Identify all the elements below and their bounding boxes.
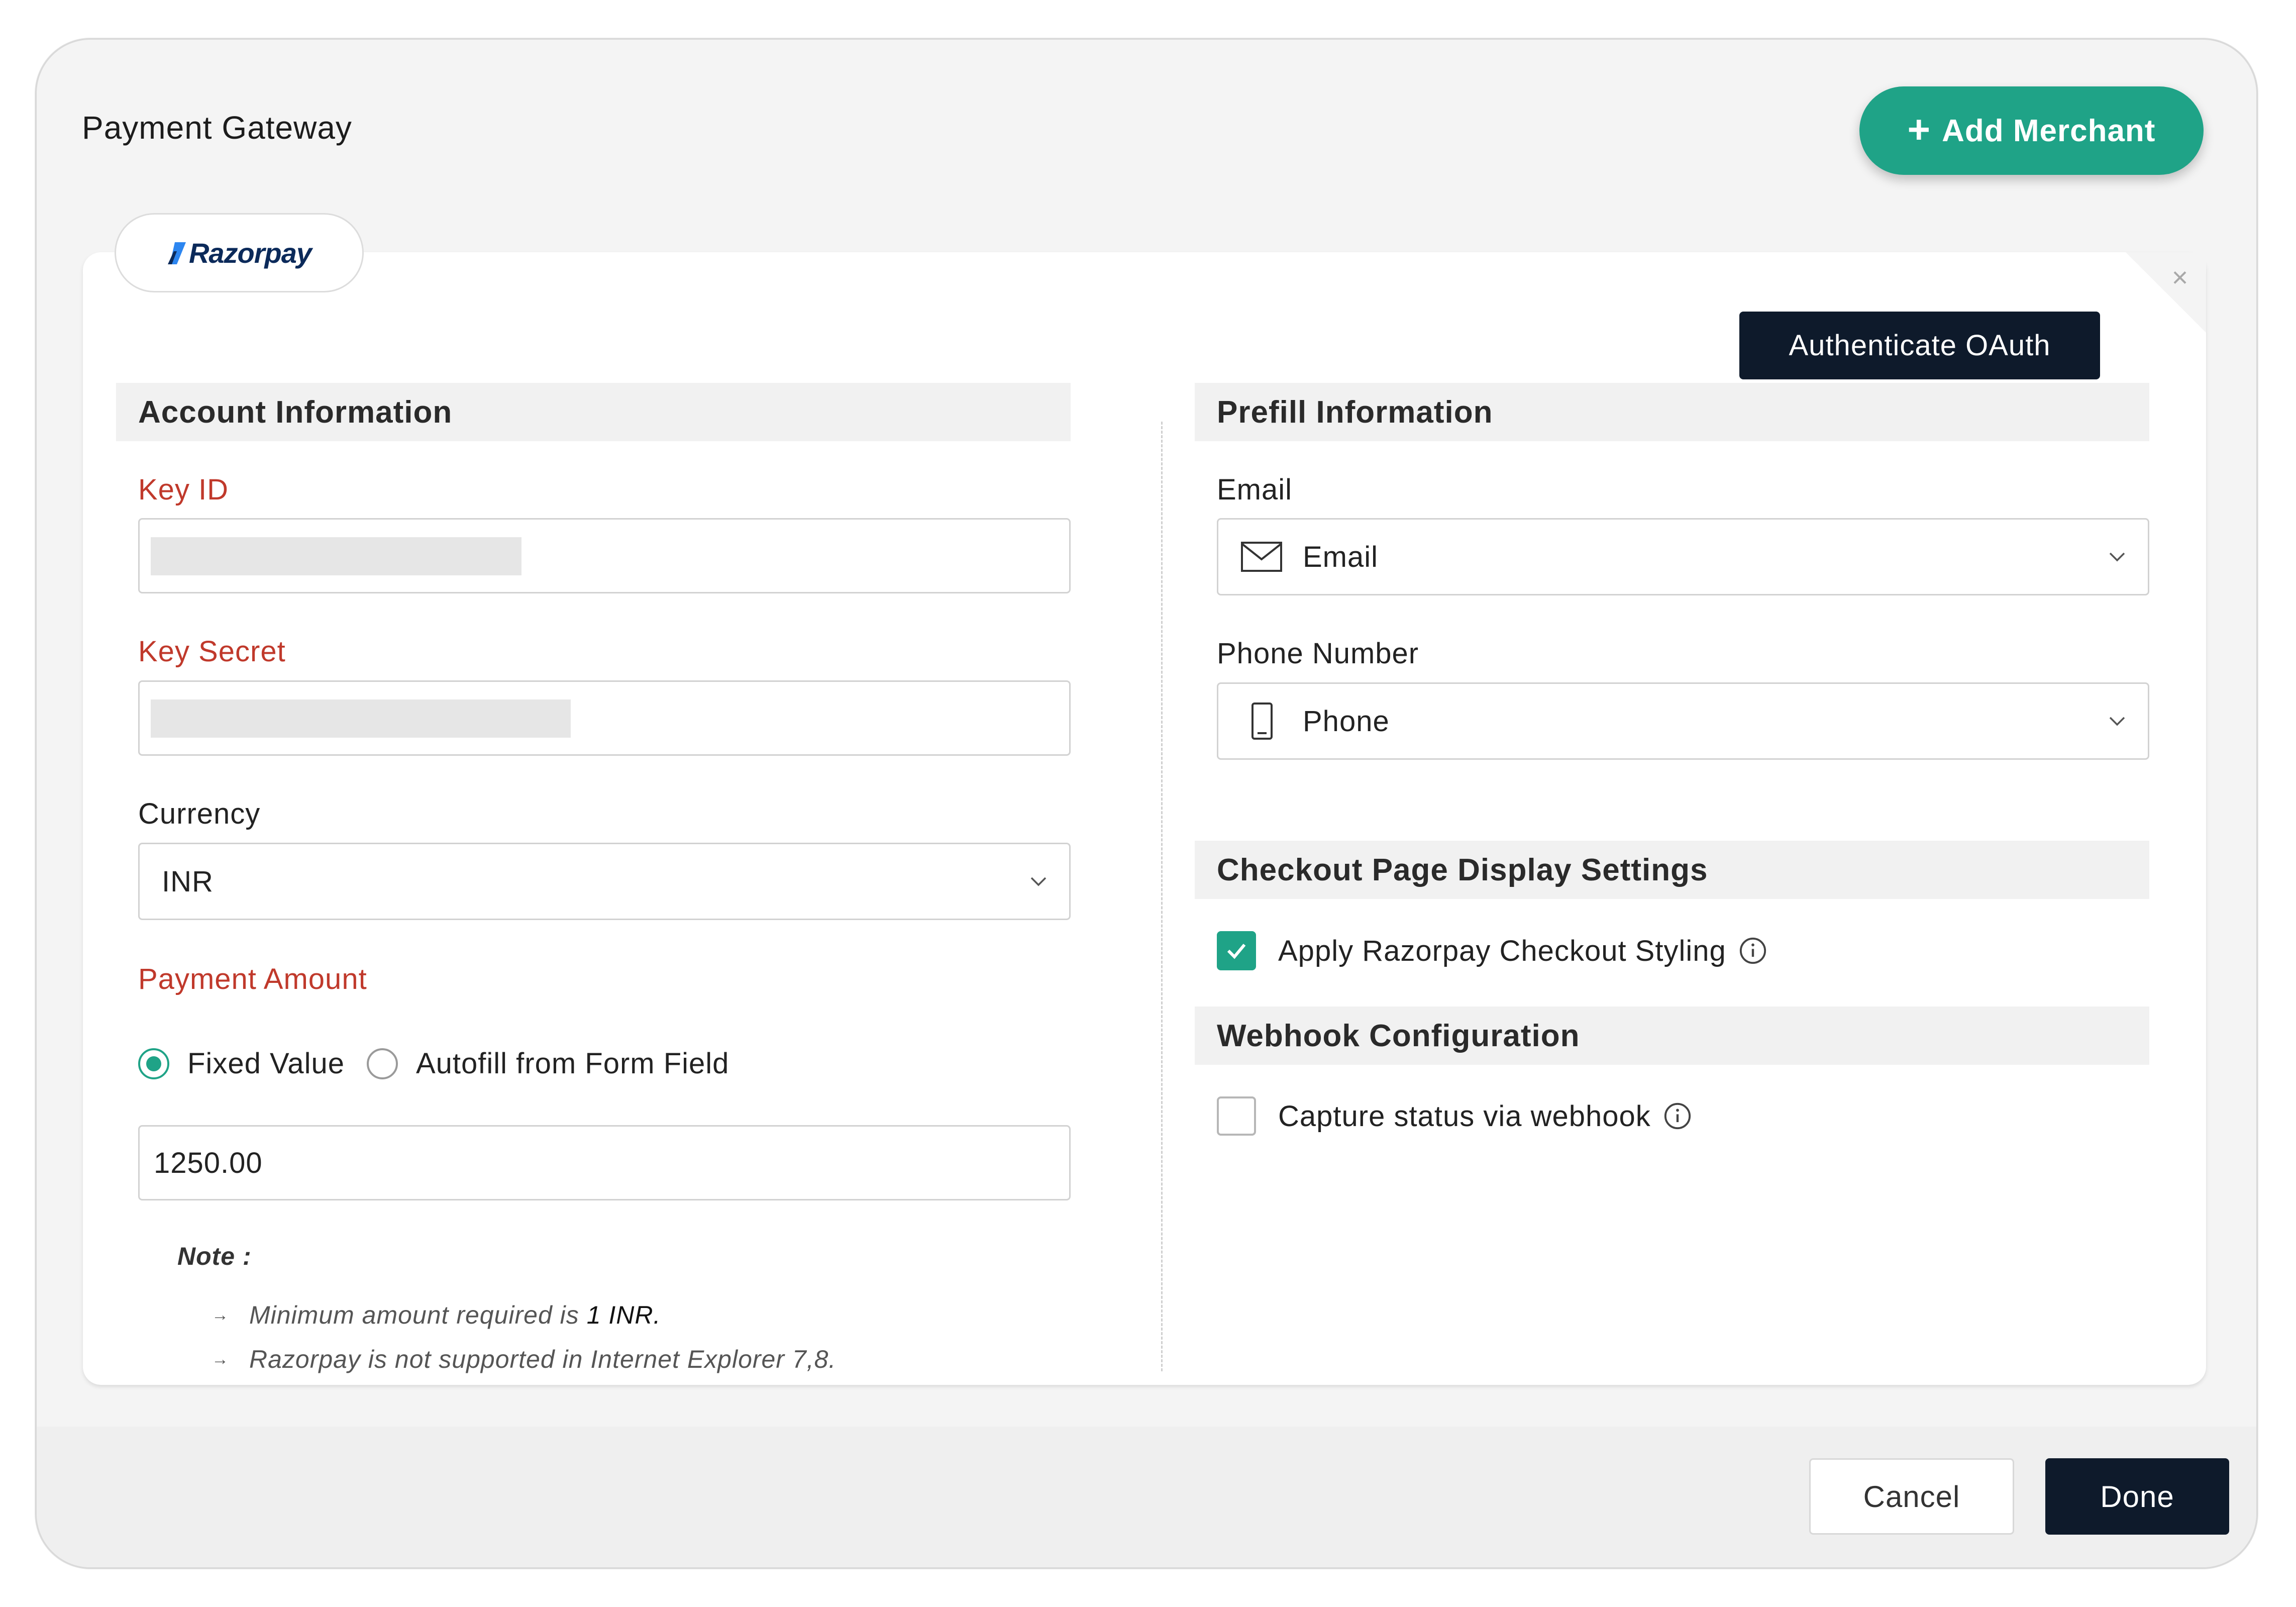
cancel-button[interactable]: Cancel [1809,1458,2014,1535]
currency-select[interactable]: INR [138,843,1071,920]
apply-checkout-styling-row: Apply Razorpay Checkout Styling [1217,931,1767,970]
dialog-title: Payment Gateway [82,110,352,146]
add-merchant-button[interactable]: + Add Merchant [1859,86,2204,175]
checkout-page-display-settings-heading: Checkout Page Display Settings [1195,841,2149,899]
key-secret-input[interactable] [138,680,1071,756]
capture-status-webhook-checkbox[interactable] [1217,1096,1256,1136]
key-secret-masked-value [151,699,571,738]
account-information-heading: Account Information [116,383,1071,441]
chevron-down-icon [2109,552,2125,562]
razorpay-logo-text: Razorpay [188,237,312,269]
phone-select[interactable]: Phone [1217,682,2149,760]
payment-amount-options: Fixed Value Autofill from Form Field [138,1047,729,1080]
column-divider [1161,422,1163,1371]
add-merchant-label: Add Merchant [1942,113,2156,148]
radio-autofill-from-form-field[interactable] [366,1048,398,1079]
radio-autofill-label: Autofill from Form Field [415,1047,729,1080]
done-button[interactable]: Done [2045,1458,2229,1535]
close-icon[interactable]: × [2165,262,2195,292]
currency-label: Currency [138,797,261,830]
arrow-right-icon: → [212,1305,229,1325]
prefill-information-heading: Prefill Information [1195,383,2149,441]
info-icon[interactable] [1738,936,1767,965]
capture-status-webhook-label: Capture status via webhook [1278,1099,1651,1133]
capture-status-webhook-row: Capture status via webhook [1217,1096,1692,1136]
razorpay-logo-icon: Razorpay [167,237,312,269]
email-label: Email [1217,473,1293,506]
note-block: Note : → Minimum amount required is 1 IN… [177,1242,836,1381]
arrow-right-icon: → [212,1349,229,1369]
currency-value: INR [162,865,214,898]
chevron-down-icon [1030,877,1047,886]
note-line-ie-support: → Razorpay is not supported in Internet … [212,1337,836,1381]
apply-checkout-styling-checkbox[interactable] [1217,931,1256,970]
mail-icon [1241,542,1282,572]
payment-gateway-dialog: Payment Gateway + Add Merchant × Razorpa… [35,38,2258,1569]
apply-checkout-styling-label: Apply Razorpay Checkout Styling [1278,934,1726,967]
radio-fixed-value[interactable] [138,1048,169,1079]
email-select[interactable]: Email [1217,518,2149,595]
note-title: Note : [177,1242,252,1270]
note-line-min-amount: → Minimum amount required is 1 INR. [212,1293,836,1337]
chevron-down-icon [2109,717,2125,726]
phone-select-value: Phone [1303,705,1390,738]
key-id-label: Key ID [138,473,229,506]
plus-icon: + [1907,107,1931,151]
info-icon[interactable] [1663,1101,1692,1131]
radio-fixed-value-label: Fixed Value [187,1047,345,1080]
note-ie-support-text: Razorpay is not supported in Internet Ex… [249,1345,837,1373]
authenticate-oauth-button[interactable]: Authenticate OAuth [1739,312,2100,379]
note-min-amount-text: Minimum amount required is [249,1301,587,1329]
tab-razorpay[interactable]: Razorpay [115,213,364,292]
key-id-input[interactable] [138,518,1071,593]
key-secret-label: Key Secret [138,635,286,668]
note-min-amount-value: 1 INR. [586,1301,661,1329]
payment-amount-input[interactable]: 1250.00 [138,1125,1071,1200]
payment-amount-value: 1250.00 [154,1146,263,1179]
payment-amount-label: Payment Amount [138,963,367,995]
email-select-value: Email [1303,540,1379,573]
phone-number-label: Phone Number [1217,637,1419,670]
check-icon [1227,944,1246,959]
key-id-masked-value [151,537,521,575]
webhook-configuration-heading: Webhook Configuration [1195,1007,2149,1065]
phone-icon [1251,702,1273,740]
